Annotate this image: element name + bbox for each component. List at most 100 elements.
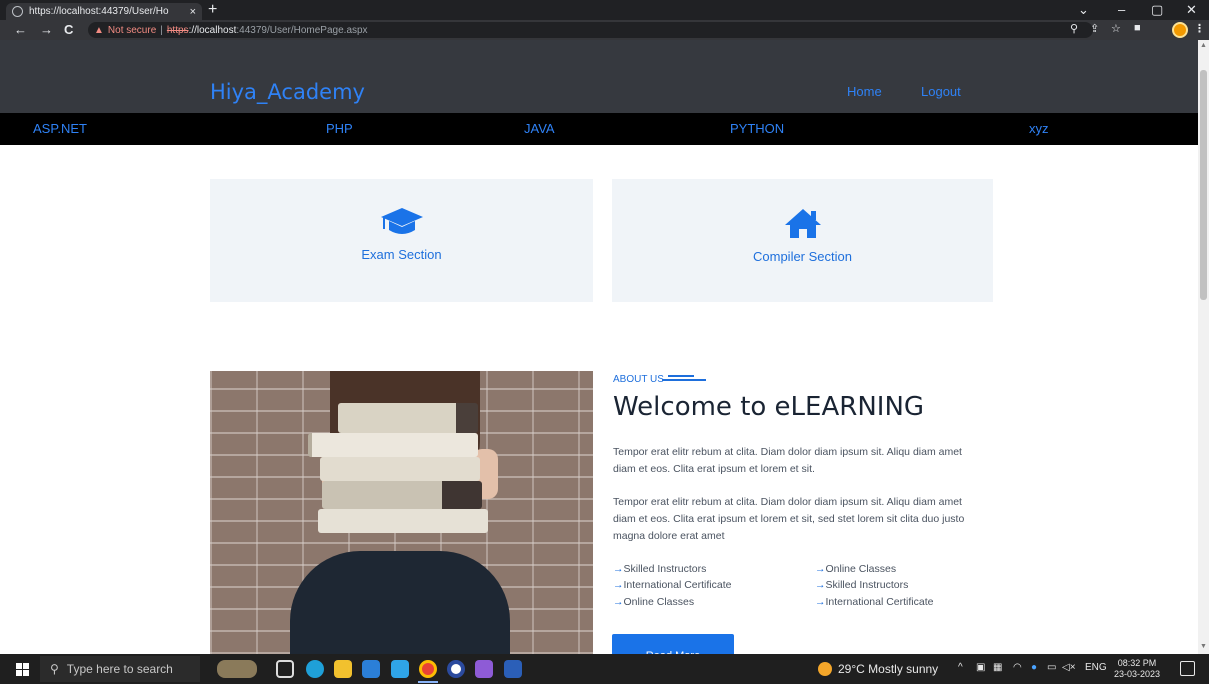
tab-search-icon[interactable]: ⌄ [1078,2,1089,18]
compiler-section-card[interactable]: Compiler Section [612,179,993,302]
about-kicker: ABOUT US [613,374,664,385]
graduation-cap-icon [380,208,423,234]
feature-item: →Skilled Instructors [613,563,707,575]
browser-tab-bar: https://localhost:44379/User/Ho × + ⌄ – … [0,0,1209,20]
photo-book [308,433,478,457]
side-panel-icon[interactable]: ■ [1134,22,1141,34]
wifi-icon[interactable]: ◠ [1013,662,1022,673]
nav-home-link[interactable]: Home [847,84,882,99]
arrow-right-icon: → [613,563,624,575]
search-icon: ⚲ [50,662,59,676]
new-tab-button[interactable]: + [208,1,217,19]
arrow-right-icon: → [613,579,624,591]
arrow-right-icon: → [613,596,624,608]
subnav-python[interactable]: PYTHON [730,121,784,136]
clock-time: 08:32 PM [1117,658,1157,668]
scroll-up-icon[interactable]: ▲ [1200,42,1207,49]
tray-app-icon[interactable]: ▦ [993,662,1002,673]
windows-start-icon[interactable] [16,663,29,676]
subnav-aspnet[interactable]: ASP.NET [33,121,87,136]
site-header: Hiya_Academy Home Logout [0,40,1198,113]
exam-section-label: Exam Section [361,247,442,262]
arrow-right-icon: → [815,563,826,575]
app-icon[interactable] [447,660,465,678]
compiler-section-label: Compiler Section [753,249,852,264]
arrow-right-icon: → [815,579,826,591]
nav-logout-link[interactable]: Logout [921,84,961,99]
mail-icon[interactable] [391,660,409,678]
warning-icon: ▲ [94,24,104,36]
feature-item: →Online Classes [815,563,897,575]
arrow-right-icon: → [815,596,826,608]
bookmark-star-icon[interactable]: ☆ [1111,22,1121,35]
maximize-button[interactable]: ▢ [1151,2,1163,18]
weather-sun-icon [818,662,832,676]
feature-item: →Online Classes [613,596,695,608]
globe-icon [12,6,23,17]
url-scheme: https [166,24,189,36]
about-title: Welcome to eLEARNING [613,392,925,422]
kicker-line [668,375,694,377]
visual-studio-icon[interactable] [475,660,493,678]
forward-button[interactable]: → [40,22,53,37]
volume-icon[interactable]: ◁× [1062,662,1076,673]
photo-book [320,457,480,481]
weather-widget[interactable]: 29°C Mostly sunny [818,662,938,676]
scroll-down-icon[interactable]: ▼ [1200,643,1207,650]
url-host: ://localhost [188,24,237,36]
widgets-icon[interactable] [217,660,257,678]
photo-book [318,509,488,533]
notification-icon[interactable] [1180,661,1195,676]
course-nav: ASP.NET PHP JAVA PYTHON xyz [0,113,1198,145]
word-icon[interactable] [504,660,522,678]
store-icon[interactable] [362,660,380,678]
zoom-icon[interactable]: ⚲ [1070,22,1078,35]
taskbar-search[interactable]: ⚲ Type here to search [40,656,200,682]
task-view-icon[interactable] [276,660,294,678]
share-icon[interactable]: ⇪ [1090,22,1099,35]
profile-avatar[interactable] [1172,22,1188,38]
tray-chevron-icon[interactable]: ^ [958,662,963,673]
windows-taskbar: ⚲ Type here to search 29°C Mostly sunny … [0,654,1209,684]
close-window-button[interactable]: ✕ [1186,2,1197,18]
web-page: Hiya_Academy Home Logout ASP.NET PHP JAV… [0,40,1198,654]
browser-tab[interactable]: https://localhost:44379/User/Ho × [6,3,202,20]
close-tab-icon[interactable]: × [190,6,196,18]
feature-item: →Skilled Instructors [815,579,909,591]
running-indicator [418,681,438,683]
subnav-php[interactable]: PHP [326,121,353,136]
exam-section-card[interactable]: Exam Section [210,179,593,302]
language-indicator[interactable]: ENG [1085,662,1107,673]
photo-book [338,403,478,433]
address-bar[interactable]: ▲ Not secure | https ://localhost :44379… [88,22,1093,38]
subnav-java[interactable]: JAVA [524,121,555,136]
edge-icon[interactable] [306,660,324,678]
battery-icon[interactable]: ▭ [1047,662,1056,673]
tray-app-icon[interactable]: ▣ [976,662,985,673]
chrome-icon[interactable] [419,660,437,678]
photo-book [322,481,482,509]
file-explorer-icon[interactable] [334,660,352,678]
about-photo [210,371,593,654]
taskbar-clock[interactable]: 08:32 PM 23-03-2023 [1114,658,1160,680]
url-path: :44379/User/HomePage.aspx [236,24,368,36]
scroll-thumb[interactable] [1200,70,1207,300]
menu-icon[interactable]: ⋮ [1194,22,1205,35]
clock-date: 23-03-2023 [1114,669,1161,679]
security-status[interactable]: Not secure [108,25,156,36]
back-button[interactable]: ← [14,22,27,37]
subnav-xyz[interactable]: xyz [1029,121,1049,136]
bluetooth-icon[interactable]: ● [1031,662,1037,673]
photo-person [290,551,510,654]
feature-item: →International Certificate [613,579,732,591]
page-scrollbar[interactable]: ▲ ▼ [1198,40,1209,654]
minimize-button[interactable]: – [1118,2,1125,17]
reload-button[interactable]: C [64,22,73,37]
home-icon [784,209,821,238]
about-paragraph-2: Tempor erat elitr rebum at clita. Diam d… [613,496,965,542]
weather-text: 29°C Mostly sunny [838,662,939,676]
read-more-button[interactable]: Read More [612,634,734,654]
url-separator: | [160,24,163,36]
brand-logo[interactable]: Hiya_Academy [210,80,365,104]
about-paragraph-1: Tempor erat elitr rebum at clita. Diam d… [613,446,962,475]
